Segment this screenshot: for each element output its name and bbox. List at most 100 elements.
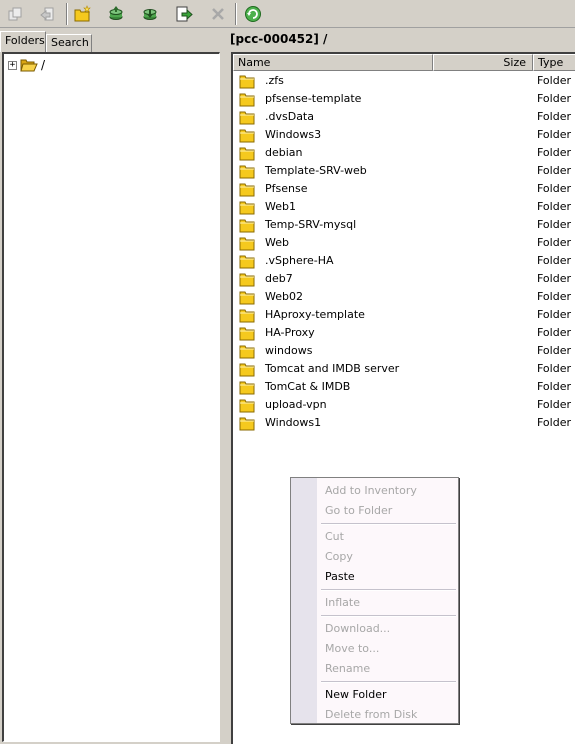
column-header-type[interactable]: Type [533,54,575,71]
file-name: Web1 [265,200,296,213]
column-header-size[interactable]: Size [433,54,533,71]
folder-icon [239,417,255,431]
file-type: Folder [537,254,571,267]
upload-icon [109,6,123,20]
file-row[interactable]: Temp-SRV-mysql Folder [233,216,575,234]
file-name: deb7 [265,272,293,285]
menu-item-copy[interactable]: Copy [325,548,353,566]
menu-item-new-folder[interactable]: New Folder [325,686,386,704]
file-row[interactable]: deb7 Folder [233,270,575,288]
file-name: Web [265,236,289,249]
file-name: .vSphere-HA [265,254,334,267]
file-row[interactable]: Pfsense Folder [233,180,575,198]
download-icon [143,9,157,20]
download-button[interactable] [139,3,161,25]
menu-item-rename[interactable]: Rename [325,660,370,678]
tab-search[interactable]: Search [46,34,92,52]
file-row[interactable]: Web Folder [233,234,575,252]
file-name: pfsense-template [265,92,362,105]
folder-icon [239,273,255,287]
file-row[interactable]: Tomcat and IMDB server Folder [233,360,575,378]
file-type: Folder [537,200,571,213]
folder-icon [239,345,255,359]
folder-icon [239,399,255,413]
file-type: Folder [537,128,571,141]
file-row[interactable]: debian Folder [233,144,575,162]
current-path: [pcc-000452] / [230,32,328,46]
folder-icon [239,381,255,395]
new-folder-button[interactable] [72,3,94,25]
tree-expander[interactable]: + [8,60,17,70]
file-type: Folder [537,110,571,123]
file-type: Folder [537,326,571,339]
folder-icon [239,183,255,197]
toolbar-separator [235,3,237,25]
file-row[interactable]: upload-vpn Folder [233,396,575,414]
file-type: Folder [537,218,571,231]
list-header: Name Size Type [233,54,575,71]
menu-separator [321,523,456,525]
file-type: Folder [537,272,571,285]
file-row[interactable]: .zfs Folder [233,72,575,90]
file-type: Folder [537,164,571,177]
file-row[interactable]: TomCat & IMDB Folder [233,378,575,396]
file-name: windows [265,344,313,357]
menu-item-paste[interactable]: Paste [325,568,355,586]
file-row[interactable]: Windows1 Folder [233,414,575,432]
copy-icon [8,7,22,21]
file-type: Folder [537,380,571,393]
menu-item-inflate[interactable]: Inflate [325,594,360,612]
file-name: Web02 [265,290,303,303]
column-header-name[interactable]: Name [233,54,433,71]
move-button[interactable] [173,3,195,25]
file-type: Folder [537,146,571,159]
file-rows: .zfs Folder pfsense-template Folder .dvsData… [233,72,575,432]
menu-item-move-to[interactable]: Move to... [325,640,379,658]
new-folder-icon [74,5,91,22]
copy-button[interactable] [4,3,26,25]
upload-button[interactable] [105,3,127,25]
file-row[interactable]: pfsense-template Folder [233,90,575,108]
context-menu: Add to Inventory Go to Folder Cut Copy Paste… [290,477,459,724]
menu-item-download[interactable]: Download... [325,620,390,638]
menu-separator [321,681,456,683]
file-type: Folder [537,236,571,249]
tree-node-root[interactable]: + / [8,57,45,73]
file-row[interactable]: Web1 Folder [233,198,575,216]
folder-tree[interactable]: + / [2,52,220,742]
folder-icon [239,309,255,323]
folder-icon [239,291,255,305]
menu-item-cut[interactable]: Cut [325,528,344,546]
folder-icon [239,327,255,341]
file-row[interactable]: Web02 Folder [233,288,575,306]
pane-splitter[interactable] [221,30,230,744]
menu-item-delete-from-disk[interactable]: Delete from Disk [325,706,417,724]
file-name: Tomcat and IMDB server [265,362,400,375]
back-button[interactable] [36,3,58,25]
file-name: HA-Proxy [265,326,315,339]
file-type: Folder [537,290,571,303]
folder-icon [239,75,255,89]
folder-icon [239,147,255,161]
file-row[interactable]: HA-Proxy Folder [233,324,575,342]
menu-separator [321,589,456,591]
refresh-button[interactable] [242,3,264,25]
menu-item-add-to-inventory[interactable]: Add to Inventory [325,482,417,500]
file-type: Folder [537,398,571,411]
file-type: Folder [537,416,571,429]
file-row[interactable]: .dvsData Folder [233,108,575,126]
file-row[interactable]: HAproxy-template Folder [233,306,575,324]
menu-separator [321,615,456,617]
tab-folders[interactable]: Folders [0,31,46,52]
file-row[interactable]: Windows3 Folder [233,126,575,144]
folder-icon [239,237,255,251]
file-name: Template-SRV-web [265,164,367,177]
file-row[interactable]: windows Folder [233,342,575,360]
delete-button[interactable] [207,3,229,25]
file-row[interactable]: Template-SRV-web Folder [233,162,575,180]
file-type: Folder [537,92,571,105]
file-row[interactable]: .vSphere-HA Folder [233,252,575,270]
toolbar [0,0,575,28]
tree-node-label: / [41,58,46,72]
menu-item-go-to-folder[interactable]: Go to Folder [325,502,392,520]
